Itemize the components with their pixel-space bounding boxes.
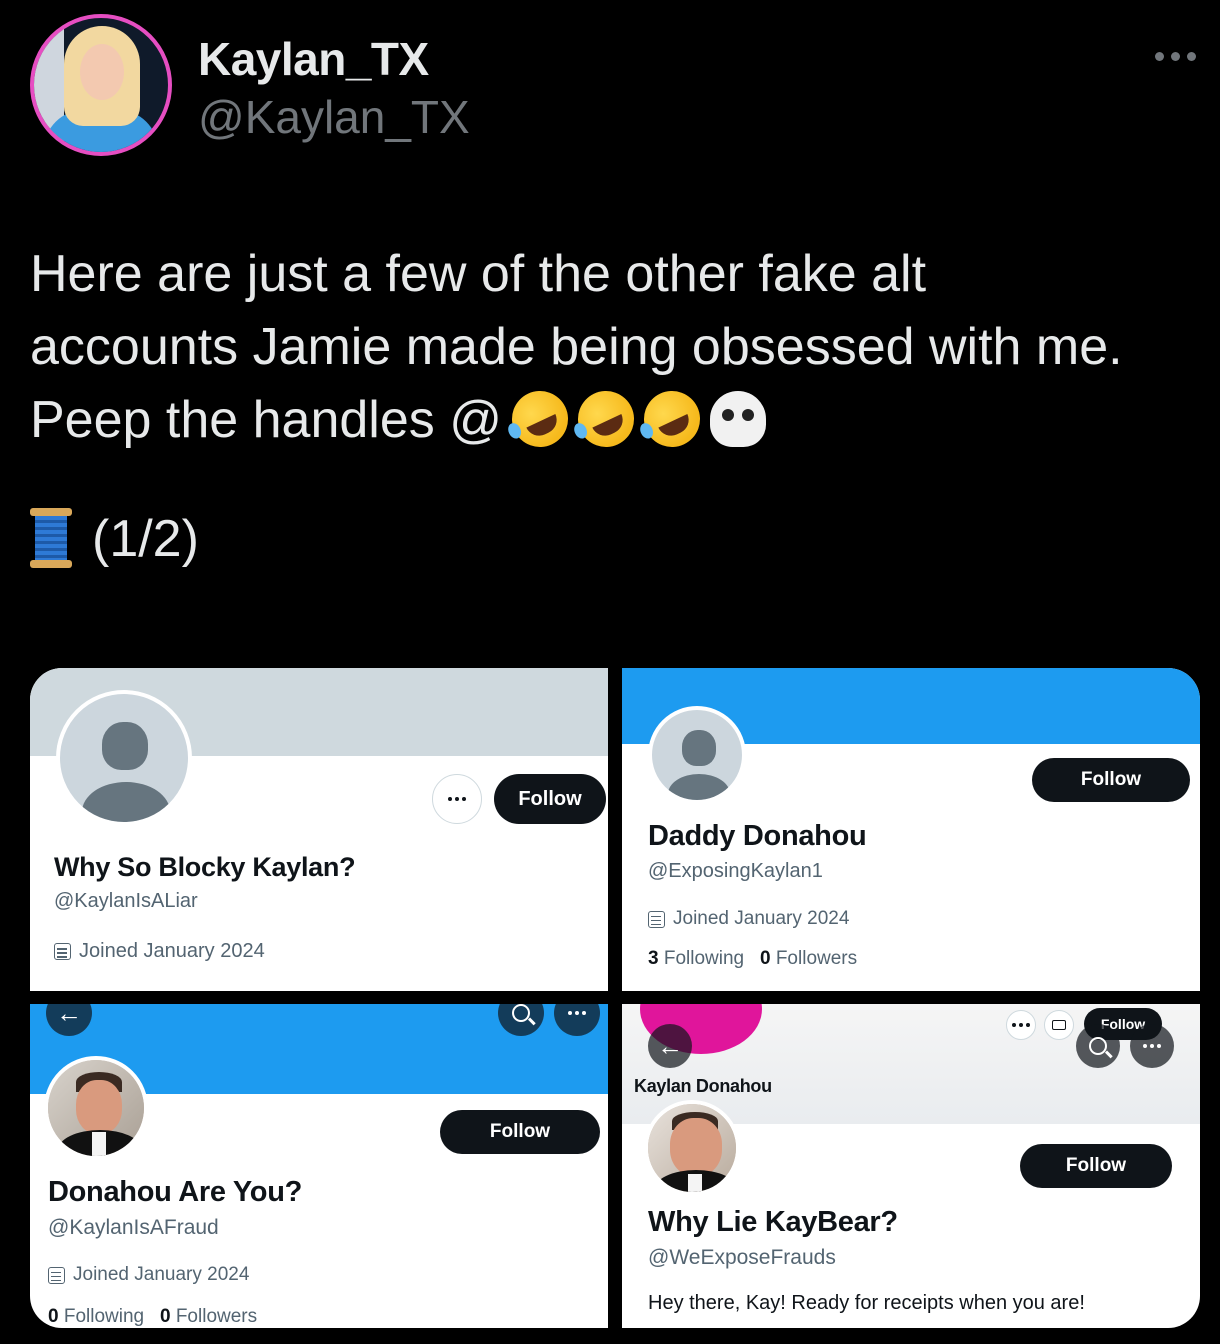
profile-handle: @KaylanIsAFraud	[48, 1216, 219, 1239]
default-avatar	[56, 690, 192, 826]
profile-handle: @WeExposeFrauds	[648, 1246, 836, 1269]
follow-stats: 3 Following 0 Followers	[648, 948, 857, 970]
joined-date: Joined January 2024	[48, 1264, 249, 1286]
more-options-icon[interactable]	[1150, 44, 1200, 68]
author-avatar[interactable]	[30, 14, 172, 156]
followers-label[interactable]: Followers	[776, 948, 857, 969]
overlay-profile-name: Kaylan Donahou	[634, 1076, 772, 1096]
profile-photo-avatar	[44, 1056, 148, 1160]
calendar-icon	[48, 1266, 65, 1284]
tweet-header: Kaylan_TX @Kaylan_TX	[30, 14, 1200, 159]
tweet-text-line-with-emoji: Peep the handles @	[30, 381, 1200, 457]
follow-stats: 0 Following 0 Followers	[48, 1306, 257, 1328]
skull-crossbones-emoji	[710, 391, 767, 447]
message-icon[interactable]	[1044, 1010, 1074, 1040]
profile-name: Daddy Donahou	[648, 820, 867, 852]
calendar-icon	[648, 910, 665, 928]
default-avatar	[648, 706, 746, 804]
more-options-icon[interactable]	[1130, 1024, 1174, 1068]
following-count[interactable]: 0	[48, 1306, 59, 1327]
profile-bio: Hey there, Kay! Ready for receipts when …	[648, 1292, 1085, 1314]
followers-label[interactable]: Followers	[176, 1306, 257, 1327]
thread-marker: (1/2)	[30, 503, 1200, 576]
screenshot-why-lie-kaybear[interactable]: ← Follow Kaylan Donahou Follow Why Lie K…	[622, 1004, 1200, 1328]
tweet-text-line: accounts Jamie made being obsessed with …	[30, 318, 1123, 376]
follow-button[interactable]: Follow	[1032, 758, 1190, 802]
profile-handle: @ExposingKaylan1	[648, 860, 823, 882]
following-label[interactable]: Following	[64, 1306, 144, 1327]
author-display-name[interactable]: Kaylan_TX	[198, 32, 429, 86]
screenshot-donahou-are-you[interactable]: ← Follow Donahou Are You? @KaylanIsAFrau…	[30, 1004, 608, 1328]
followers-count[interactable]: 0	[760, 948, 771, 969]
screenshot-daddy-donahou[interactable]: Follow Daddy Donahou @ExposingKaylan1 Jo…	[622, 668, 1200, 991]
author-handle[interactable]: @Kaylan_TX	[198, 90, 470, 144]
thread-spool-icon	[30, 508, 72, 568]
tweet-text-line: Here are just a few of the other fake al…	[30, 245, 927, 303]
profile-name: Why So Blocky Kaylan?	[54, 852, 356, 882]
follow-button[interactable]: Follow	[440, 1110, 600, 1154]
rofl-emoji	[568, 381, 644, 457]
back-arrow-icon[interactable]: ←	[648, 1024, 692, 1068]
media-grid[interactable]: Follow Why So Blocky Kaylan? @KaylanIsAL…	[30, 668, 1200, 1328]
joined-date: Joined January 2024	[54, 940, 265, 963]
tweet-text: Here are just a few of the other fake al…	[30, 238, 1200, 576]
profile-name: Why Lie KayBear?	[648, 1206, 898, 1238]
profile-photo-avatar	[644, 1100, 740, 1196]
screenshot-why-so-blocky[interactable]: Follow Why So Blocky Kaylan? @KaylanIsAL…	[30, 668, 608, 991]
more-options-icon[interactable]	[1006, 1010, 1036, 1040]
calendar-icon	[54, 943, 71, 960]
search-icon[interactable]	[1076, 1024, 1120, 1068]
rofl-emoji	[502, 381, 578, 457]
joined-date: Joined January 2024	[648, 908, 849, 930]
rofl-emoji	[634, 381, 710, 457]
profile-handle: @KaylanIsALiar	[54, 890, 198, 912]
follow-button[interactable]: Follow	[494, 774, 606, 824]
follow-button[interactable]: Follow	[1020, 1144, 1172, 1188]
profile-name: Donahou Are You?	[48, 1176, 303, 1208]
following-count[interactable]: 3	[648, 948, 659, 969]
followers-count[interactable]: 0	[160, 1306, 171, 1327]
following-label[interactable]: Following	[664, 948, 744, 969]
more-options-icon[interactable]	[432, 774, 482, 824]
